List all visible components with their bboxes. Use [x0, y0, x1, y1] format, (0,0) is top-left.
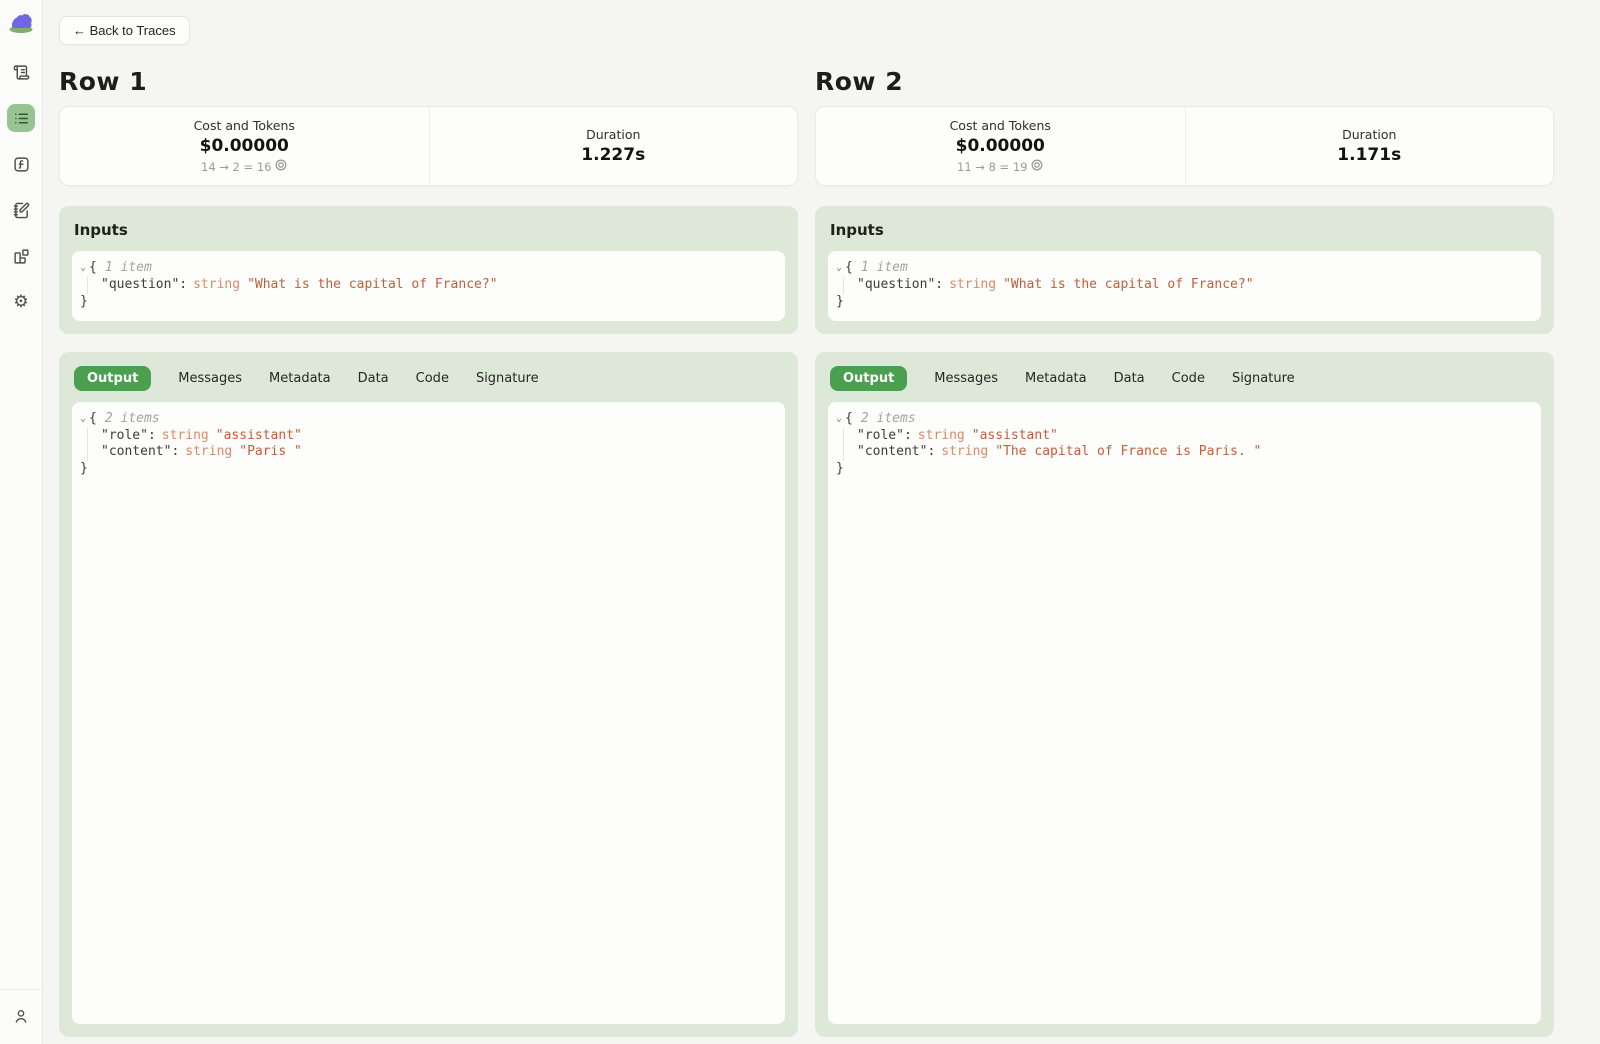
output-panel: Output Messages Metadata Data Code Signa… [59, 352, 798, 1037]
page-title: Row 1 [59, 67, 798, 96]
page-title: Row 2 [815, 67, 1554, 96]
sidebar-item-playground[interactable] [7, 196, 35, 224]
tab-signature[interactable]: Signature [476, 366, 539, 391]
sidebar-item-datasets[interactable] [7, 104, 35, 132]
duration-stat: Duration 1.227s [429, 107, 798, 185]
item-count: 1 item [105, 260, 152, 277]
tab-metadata[interactable]: Metadata [269, 366, 331, 391]
chevron-down-icon[interactable]: ⌄ [80, 261, 86, 274]
cost-tokens-stat: Cost and Tokens $0.00000 14 → 2 = 16 [60, 107, 429, 185]
output-tabs: Output Messages Metadata Data Code Signa… [830, 366, 1541, 391]
main-content: ← Back to Traces Row 1 Cost and Tokens $… [43, 0, 1600, 1044]
stat-label: Cost and Tokens [194, 118, 295, 133]
inputs-panel: Inputs ⌄ { 1 item "question": string "Wh… [59, 206, 798, 334]
stats-card: Cost and Tokens $0.00000 11 → 8 = 19 Dur… [815, 106, 1554, 186]
tab-code[interactable]: Code [416, 366, 449, 391]
stat-label: Duration [586, 127, 640, 142]
sidebar-item-blocks[interactable] [7, 242, 35, 270]
coin-icon [275, 159, 287, 174]
stat-label: Duration [1342, 127, 1396, 142]
back-to-traces-button[interactable]: ← Back to Traces [59, 16, 190, 45]
json-entry: "role": string "assistant" [101, 428, 773, 445]
tab-signature[interactable]: Signature [1232, 366, 1295, 391]
function-icon [13, 156, 30, 173]
stat-label: Cost and Tokens [950, 118, 1051, 133]
json-viewer: ⌄ { 1 item "question": string "What is t… [828, 251, 1541, 321]
notebook-pen-icon [13, 202, 30, 219]
frog-logo[interactable] [6, 8, 36, 34]
json-viewer: ⌄ { 1 item "question": string "What is t… [72, 251, 785, 321]
sidebar-item-settings[interactable]: ⚙ [7, 288, 35, 316]
json-entry: "content": string "Paris " [101, 444, 773, 461]
sidebar-nav: ⚙ [7, 58, 35, 316]
stats-card: Cost and Tokens $0.00000 14 → 2 = 16 Dur… [59, 106, 798, 186]
json-viewer: ⌄ { 2 items "role": string "assistant" "… [828, 402, 1541, 1024]
tab-data[interactable]: Data [358, 366, 389, 391]
inputs-title: Inputs [830, 221, 1541, 239]
json-entry: "content": string "The capital of France… [857, 444, 1529, 461]
duration-stat: Duration 1.171s [1185, 107, 1554, 185]
item-count: 2 items [105, 411, 160, 428]
tab-messages[interactable]: Messages [178, 366, 242, 391]
json-entry: "question": string "What is the capital … [857, 277, 1529, 294]
json-entry: "role": string "assistant" [857, 428, 1529, 445]
user-menu-button[interactable] [7, 1002, 35, 1030]
tokens-breakdown: 14 → 2 = 16 [201, 159, 287, 174]
tab-messages[interactable]: Messages [934, 366, 998, 391]
tab-code[interactable]: Code [1172, 366, 1205, 391]
cost-value: $0.00000 [956, 136, 1045, 156]
row-2-column: Row 2 Cost and Tokens $0.00000 11 → 8 = … [815, 67, 1554, 1037]
duration-value: 1.171s [1337, 145, 1401, 165]
inputs-title: Inputs [74, 221, 785, 239]
cost-tokens-stat: Cost and Tokens $0.00000 11 → 8 = 19 [816, 107, 1185, 185]
list-dataset-icon [13, 110, 30, 127]
inputs-panel: Inputs ⌄ { 1 item "question": string "Wh… [815, 206, 1554, 334]
tokens-breakdown: 11 → 8 = 19 [957, 159, 1043, 174]
cost-value: $0.00000 [200, 136, 289, 156]
tab-output[interactable]: Output [830, 366, 907, 391]
blocks-icon [13, 248, 30, 265]
json-viewer: ⌄ { 2 items "role": string "assistant" "… [72, 402, 785, 1024]
coin-icon [1031, 159, 1043, 174]
json-entry: "question": string "What is the capital … [101, 277, 773, 294]
tab-output[interactable]: Output [74, 366, 151, 391]
chevron-down-icon[interactable]: ⌄ [836, 412, 842, 425]
duration-value: 1.227s [581, 145, 645, 165]
item-count: 1 item [861, 260, 908, 277]
output-panel: Output Messages Metadata Data Code Signa… [815, 352, 1554, 1037]
sidebar: ⚙ [0, 0, 43, 1044]
item-count: 2 items [861, 411, 916, 428]
scroll-traces-icon [13, 64, 30, 81]
sidebar-item-traces[interactable] [7, 58, 35, 86]
tab-metadata[interactable]: Metadata [1025, 366, 1087, 391]
comparison-columns: Row 1 Cost and Tokens $0.00000 14 → 2 = … [59, 67, 1554, 1037]
chevron-down-icon[interactable]: ⌄ [80, 412, 86, 425]
row-1-column: Row 1 Cost and Tokens $0.00000 14 → 2 = … [59, 67, 798, 1037]
tab-data[interactable]: Data [1114, 366, 1145, 391]
sidebar-footer [0, 989, 42, 1044]
sidebar-item-functions[interactable] [7, 150, 35, 178]
user-icon [13, 1008, 29, 1024]
output-tabs: Output Messages Metadata Data Code Signa… [74, 366, 785, 391]
gear-icon: ⚙ [13, 294, 28, 311]
chevron-down-icon[interactable]: ⌄ [836, 261, 842, 274]
